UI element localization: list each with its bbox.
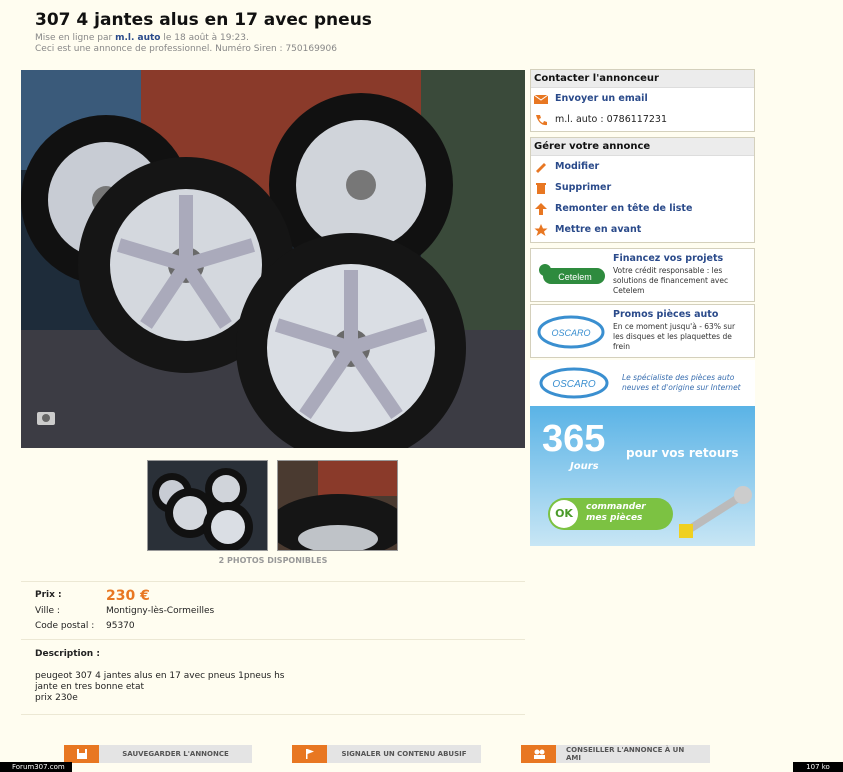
edit-link[interactable]: Modifier bbox=[531, 156, 754, 177]
trash-icon bbox=[534, 182, 548, 194]
oscaro-banner-top[interactable]: OSCARO Le spécialiste des pièces auto ne… bbox=[530, 360, 755, 406]
posted-date: le 18 août à 19:23. bbox=[163, 33, 249, 43]
thumbnail-1-image bbox=[148, 461, 267, 550]
promo-oscaro[interactable]: OSCARO Promos pièces auto En ce moment j… bbox=[530, 304, 755, 358]
banner-365: 365 bbox=[542, 418, 606, 460]
phone-row: m.l. auto : 0786117231 bbox=[531, 109, 754, 130]
send-email-label: Envoyer un email bbox=[555, 93, 648, 104]
manage-box-header: Gérer votre annonce bbox=[531, 138, 754, 156]
description-line: jante en tres bonne etat bbox=[35, 682, 145, 692]
oscaro-banner-logo: OSCARO bbox=[539, 367, 609, 399]
manage-box: Gérer votre annonce Modifier Supprimer R… bbox=[530, 137, 755, 243]
recommend-friend-button[interactable]: CONSEILLER L'ANNONCE À UN AMI bbox=[521, 745, 710, 763]
report-abuse-button[interactable]: SIGNALER UN CONTENU ABUSIF bbox=[292, 745, 481, 763]
floppy-icon bbox=[64, 745, 99, 763]
description-text: peugeot 307 4 jantes alus en 17 avec pne… bbox=[35, 671, 284, 704]
contact-box-header: Contacter l'annonceur bbox=[531, 70, 754, 88]
promo-cetelem-title: Financez vos projets bbox=[613, 253, 724, 264]
description-label: Description : bbox=[35, 649, 100, 659]
flag-icon bbox=[292, 745, 327, 763]
bump-link[interactable]: Remonter en tête de liste bbox=[531, 198, 754, 219]
pencil-icon bbox=[534, 161, 548, 173]
description-line: prix 230e bbox=[35, 693, 78, 703]
order-parts-button[interactable]: OK commander mes pièces bbox=[548, 498, 673, 530]
star-icon bbox=[534, 223, 548, 236]
oscaro-logo-text: OSCARO bbox=[551, 328, 590, 338]
promo-oscaro-title: Promos pièces auto bbox=[613, 309, 719, 320]
report-abuse-label: SIGNALER UN CONTENU ABUSIF bbox=[327, 745, 481, 763]
contact-box: Contacter l'annonceur Envoyer un email m… bbox=[530, 69, 755, 132]
promo-cetelem-desc: Votre crédit responsable : les solutions… bbox=[613, 266, 729, 295]
order-parts-label: commander mes pièces bbox=[586, 502, 646, 523]
delete-link[interactable]: Supprimer bbox=[531, 177, 754, 198]
thumbnail-2[interactable] bbox=[277, 460, 398, 551]
seller-link[interactable]: m.l. auto bbox=[115, 33, 160, 43]
wheels-photo bbox=[21, 70, 525, 448]
cetelem-logo-text: Cetelem bbox=[558, 272, 592, 282]
photo-count: 2 PHOTOS DISPONIBLES bbox=[218, 556, 328, 565]
feature-label: Mettre en avant bbox=[555, 224, 642, 235]
banner-returns-text: pour vos retours bbox=[626, 446, 739, 460]
ok-badge: OK bbox=[550, 500, 578, 528]
recommend-friend-label: CONSEILLER L'ANNONCE À UN AMI bbox=[556, 745, 710, 763]
footer-watermark: Forum307.com bbox=[0, 762, 72, 772]
wrench-icon bbox=[679, 486, 752, 538]
divider bbox=[21, 581, 525, 582]
save-listing-label: SAUVEGARDER L'ANNONCE bbox=[99, 745, 252, 763]
footer-size: 107 ko bbox=[793, 762, 843, 772]
arrow-up-icon bbox=[534, 202, 548, 215]
pro-notice: Ceci est une annonce de professionnel. N… bbox=[35, 44, 337, 54]
phone-icon bbox=[534, 114, 548, 126]
divider bbox=[21, 639, 525, 640]
page-title: 307 4 jantes alus en 17 avec pneus bbox=[35, 10, 372, 30]
main-photo[interactable] bbox=[21, 70, 525, 448]
promo-oscaro-desc: En ce moment jusqu'à - 63% sur les disqu… bbox=[613, 322, 736, 351]
postcode-label: Code postal : bbox=[35, 621, 95, 631]
postcode-value: 95370 bbox=[106, 621, 135, 631]
phone-number: m.l. auto : 0786117231 bbox=[555, 114, 668, 125]
divider bbox=[21, 714, 525, 715]
send-email-link[interactable]: Envoyer un email bbox=[531, 88, 754, 109]
oscaro-logo: OSCARO bbox=[537, 315, 605, 349]
delete-label: Supprimer bbox=[555, 182, 612, 193]
promo-cetelem[interactable]: Cetelem Financez vos projets Votre crédi… bbox=[530, 248, 755, 302]
price-value: 230 € bbox=[106, 588, 150, 604]
cetelem-logo: Cetelem bbox=[539, 264, 605, 284]
thumbnail-2-image bbox=[278, 461, 397, 550]
oscaro-banner-logo-text: OSCARO bbox=[552, 379, 596, 390]
price-label: Prix : bbox=[35, 590, 62, 600]
feature-link[interactable]: Mettre en avant bbox=[531, 219, 754, 240]
envelope-icon bbox=[533, 93, 549, 105]
thumbnail-1[interactable] bbox=[147, 460, 268, 551]
description-line: peugeot 307 4 jantes alus en 17 avec pne… bbox=[35, 671, 285, 681]
camera-icon bbox=[37, 412, 55, 425]
posted-prefix: Mise en ligne par bbox=[35, 33, 113, 43]
save-listing-button[interactable]: SAUVEGARDER L'ANNONCE bbox=[64, 745, 252, 763]
bump-label: Remonter en tête de liste bbox=[555, 203, 693, 214]
city-label: Ville : bbox=[35, 606, 60, 616]
edit-label: Modifier bbox=[555, 161, 600, 172]
banner-days: Jours bbox=[570, 461, 599, 472]
oscaro-tagline: Le spécialiste des pièces auto neuves et… bbox=[622, 373, 741, 392]
people-icon bbox=[521, 745, 556, 763]
city-value: Montigny-lès-Cormeilles bbox=[106, 606, 215, 616]
listing-meta: Mise en ligne par m.l. auto le 18 août à… bbox=[35, 33, 337, 55]
oscaro-banner-ad[interactable]: 365 pour vos retours Jours OK commander … bbox=[530, 406, 755, 546]
